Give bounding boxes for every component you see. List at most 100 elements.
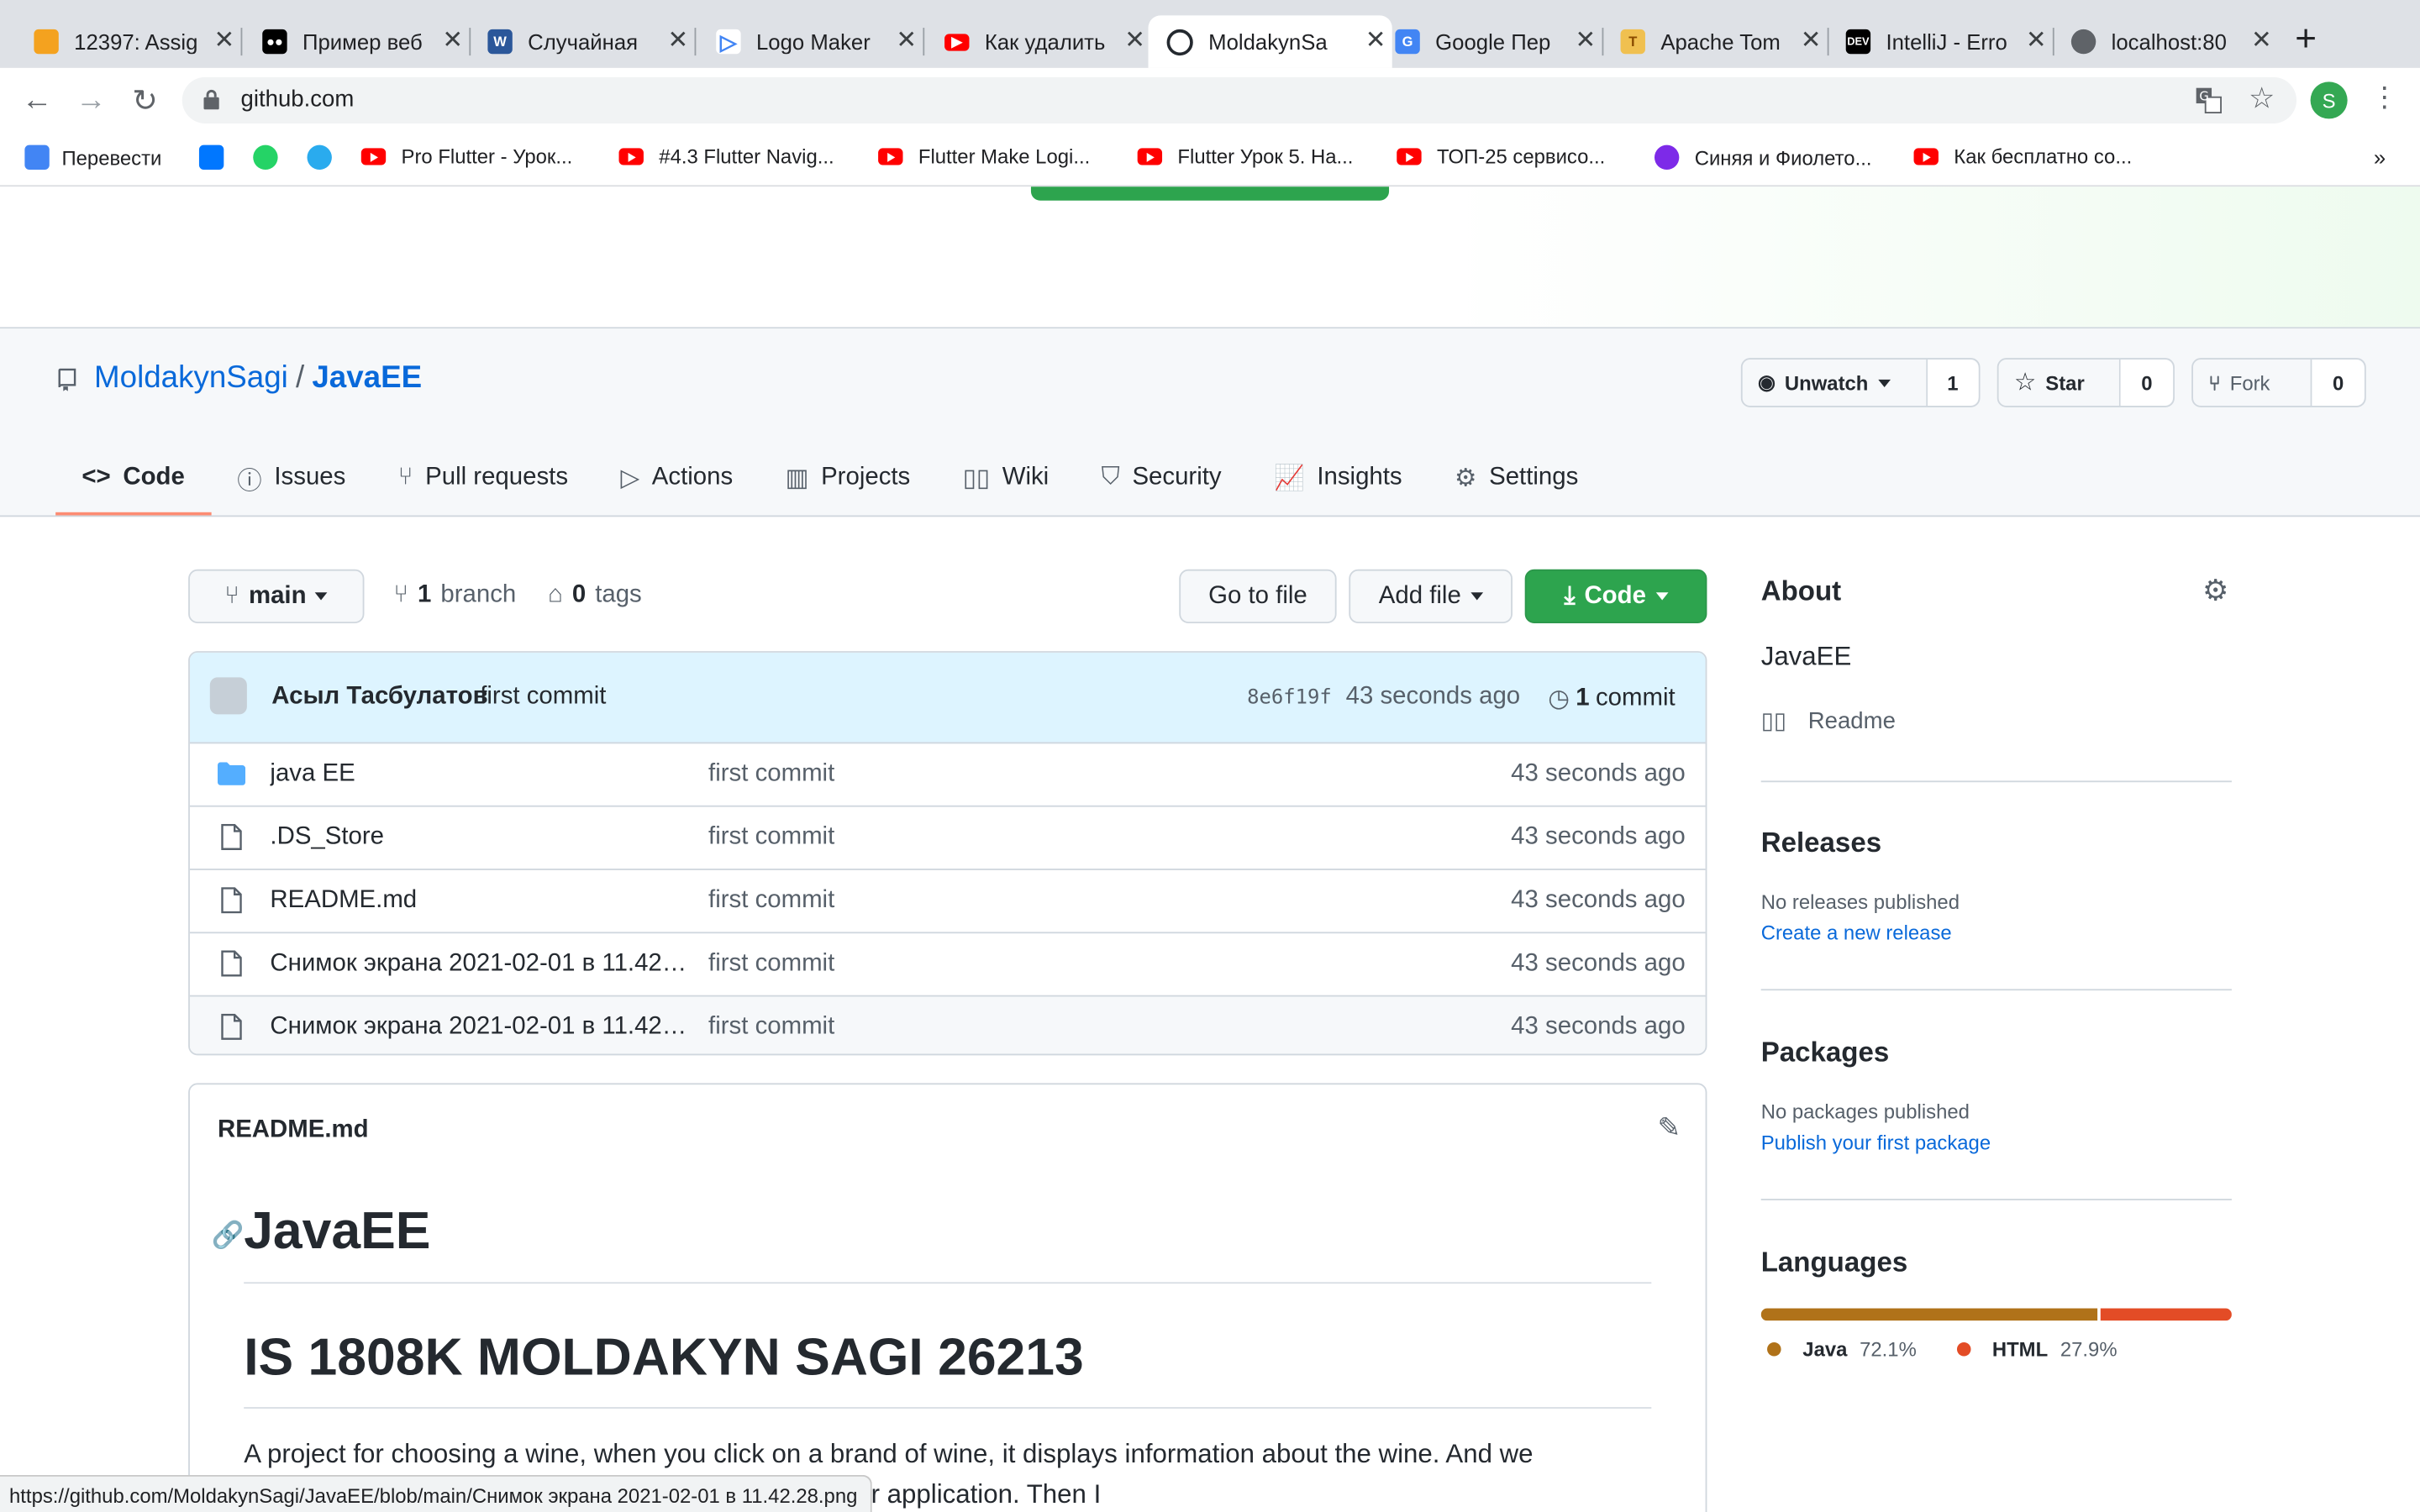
tab-issues[interactable]: ⓘ Issues bbox=[211, 443, 372, 512]
tab-wiki[interactable]: ▯▯ Wiki bbox=[936, 443, 1075, 512]
file-commit-message[interactable]: first commit bbox=[708, 887, 834, 915]
packages-title[interactable]: Packages bbox=[1761, 1037, 1890, 1069]
unwatch-button[interactable]: ◉ Unwatch 1 bbox=[1740, 358, 1981, 407]
commit-author[interactable]: Асыл Тасбулатов bbox=[271, 684, 487, 711]
file-commit-message[interactable]: first commit bbox=[708, 761, 834, 789]
tab-insights[interactable]: 📈 Insights bbox=[1248, 443, 1428, 512]
tab-settings[interactable]: ⚙ Settings bbox=[1428, 443, 1605, 512]
close-icon[interactable]: ✕ bbox=[668, 29, 689, 54]
file-row[interactable]: .DS_Store first commit 43 seconds ago bbox=[189, 807, 1706, 870]
browser-tab[interactable]: ▶ Как удалить ✕ bbox=[932, 15, 1151, 67]
close-icon[interactable]: ✕ bbox=[214, 29, 235, 54]
bookmark-item[interactable]: #4.3 Flutter Navig... bbox=[618, 145, 834, 168]
branch-count-link[interactable]: ⑂ 1 branch bbox=[393, 581, 516, 609]
close-icon[interactable]: ✕ bbox=[1124, 29, 1145, 54]
edit-pencil-icon[interactable]: ✎ bbox=[1657, 1112, 1681, 1145]
fork-button[interactable]: ⑂ Fork 0 bbox=[2191, 358, 2366, 407]
repo-name-link[interactable]: JavaEE bbox=[312, 361, 422, 396]
close-icon[interactable]: ✕ bbox=[896, 29, 917, 54]
bookmark-item[interactable]: Flutter Make Logi... bbox=[878, 145, 1090, 168]
publish-package-link[interactable]: Publish your first package bbox=[1761, 1131, 1991, 1154]
add-file-button[interactable]: Add file bbox=[1349, 569, 1512, 624]
gear-icon[interactable]: ⚙ bbox=[2202, 574, 2228, 609]
commit-message[interactable]: first commit bbox=[480, 684, 606, 711]
readme-paragraph-line: A project for choosing a wine, when you … bbox=[244, 1439, 1534, 1469]
bookmark-star-icon[interactable]: ☆ bbox=[2249, 81, 2275, 117]
address-bar[interactable]: github.com G ☆ bbox=[182, 76, 2297, 123]
commit-sha[interactable]: 8e6f19f bbox=[1247, 686, 1332, 710]
close-icon[interactable]: ✕ bbox=[1801, 29, 1822, 54]
back-icon[interactable]: ← bbox=[18, 81, 55, 118]
browser-tab[interactable]: localhost:80 ✕ bbox=[2059, 15, 2278, 67]
close-icon[interactable]: ✕ bbox=[2251, 29, 2272, 54]
browser-tab[interactable]: W Случайная ✕ bbox=[476, 15, 695, 67]
star-count[interactable]: 0 bbox=[2118, 359, 2174, 407]
bookmark-item[interactable]: Перевести bbox=[24, 144, 162, 171]
menu-icon[interactable]: ⋮ bbox=[2370, 81, 2398, 114]
translate-icon[interactable]: G bbox=[2195, 87, 2223, 114]
language-item[interactable]: HTML 27.9% bbox=[1956, 1337, 2118, 1361]
bookmark-item[interactable]: Flutter Урок 5. На... bbox=[1137, 145, 1353, 168]
branch-select[interactable]: ⑂ main bbox=[188, 569, 365, 624]
avatar[interactable] bbox=[209, 677, 247, 715]
repo-owner-link[interactable]: MoldakynSagi bbox=[94, 361, 288, 396]
browser-tab[interactable]: DEV IntelliJ - Erro ✕ bbox=[1833, 15, 2053, 67]
more-bookmarks-icon[interactable]: » bbox=[2374, 145, 2386, 170]
bookmark-item[interactable]: Pro Flutter - Урок... bbox=[360, 145, 572, 168]
language-item[interactable]: Java 72.1% bbox=[1767, 1337, 1917, 1361]
commit-count-link[interactable]: ◷ 1 commit bbox=[1548, 684, 1675, 715]
bookmark-item[interactable]: Синяя и Фиолето... bbox=[1654, 144, 1871, 171]
browser-tab-active[interactable]: MoldakynSa ✕ bbox=[1148, 15, 1392, 68]
browser-tab[interactable]: 12397: Assig ✕ bbox=[22, 15, 241, 67]
file-name[interactable]: Снимок экрана 2021-02-01 в 11.42.28.png bbox=[270, 1014, 687, 1042]
repo-description: JavaEE bbox=[1760, 642, 1852, 671]
url-text[interactable]: github.com bbox=[241, 87, 355, 113]
browser-tab[interactable]: ▷ Logo Maker ✕ bbox=[704, 15, 923, 67]
bookmark-item[interactable] bbox=[198, 144, 224, 171]
tab-actions[interactable]: ▷ Actions bbox=[594, 443, 759, 512]
bookmark-item[interactable] bbox=[253, 144, 278, 171]
forward-icon[interactable]: → bbox=[72, 81, 109, 118]
readme-link[interactable]: ▯▯ Readme bbox=[1761, 706, 1896, 734]
star-button[interactable]: ☆ Star 0 bbox=[1996, 358, 2175, 407]
bookmark-label: Перевести bbox=[61, 145, 162, 170]
close-icon[interactable]: ✕ bbox=[2026, 29, 2047, 54]
browser-tab[interactable]: ●● Пример веб ✕ bbox=[250, 15, 470, 67]
code-download-button[interactable]: ⤓ Code bbox=[1524, 569, 1707, 624]
tab-security[interactable]: ⛉ Security bbox=[1075, 443, 1247, 512]
file-commit-message[interactable]: first commit bbox=[708, 950, 834, 978]
fork-count[interactable]: 0 bbox=[2310, 359, 2365, 407]
anchor-link-icon[interactable]: 🔗 bbox=[212, 1221, 245, 1252]
tag-count-link[interactable]: ⌂ 0 tags bbox=[548, 581, 642, 609]
profile-avatar[interactable]: S bbox=[2310, 81, 2348, 119]
new-tab-icon[interactable]: + bbox=[2295, 21, 2317, 59]
file-row[interactable]: java EE first commit 43 seconds ago bbox=[189, 743, 1706, 807]
file-row[interactable]: Снимок экрана 2021-02-01 в 11.42.28.png f… bbox=[189, 996, 1706, 1054]
browser-tab[interactable]: G Google Пер ✕ bbox=[1383, 15, 1602, 67]
file-commit-message[interactable]: first commit bbox=[708, 824, 834, 852]
go-to-file-button[interactable]: Go to file bbox=[1179, 569, 1337, 624]
banner-button[interactable] bbox=[1030, 186, 1390, 201]
file-commit-message[interactable]: first commit bbox=[708, 1014, 834, 1042]
tab-projects[interactable]: ▥ Projects bbox=[759, 443, 936, 512]
watch-count[interactable]: 1 bbox=[1925, 359, 1979, 407]
tab-code[interactable]: <> Code bbox=[55, 443, 212, 516]
releases-title[interactable]: Releases bbox=[1761, 827, 1881, 859]
file-row[interactable]: Снимок экрана 2021-02-01 в 11.42.1.png fi… bbox=[189, 933, 1706, 997]
file-row[interactable]: README.md first commit 43 seconds ago bbox=[189, 870, 1706, 934]
bookmark-item[interactable]: ТОП-25 сервисо... bbox=[1397, 145, 1605, 168]
tab-pull-requests[interactable]: ⑂ Pull requests bbox=[372, 443, 595, 512]
file-name[interactable]: Снимок экрана 2021-02-01 в 11.42.1.png bbox=[270, 950, 687, 978]
create-release-link[interactable]: Create a new release bbox=[1761, 921, 1952, 945]
bookmark-item[interactable]: Как бесплатно со... bbox=[1913, 145, 2132, 168]
close-icon[interactable]: ✕ bbox=[1576, 29, 1597, 54]
bookmark-item[interactable] bbox=[307, 144, 332, 171]
reload-icon[interactable]: ↻ bbox=[127, 81, 164, 118]
file-name[interactable]: .DS_Store bbox=[270, 824, 687, 852]
file-name[interactable]: README.md bbox=[270, 887, 687, 915]
browser-toolbar: ← → ↻ github.com G ☆ S ⋮ bbox=[0, 67, 2420, 133]
browser-tab[interactable]: T Apache Tom ✕ bbox=[1608, 15, 1828, 67]
fork-icon: ⑂ bbox=[2208, 370, 2221, 395]
file-name[interactable]: java EE bbox=[270, 761, 687, 789]
close-icon[interactable]: ✕ bbox=[442, 29, 463, 54]
